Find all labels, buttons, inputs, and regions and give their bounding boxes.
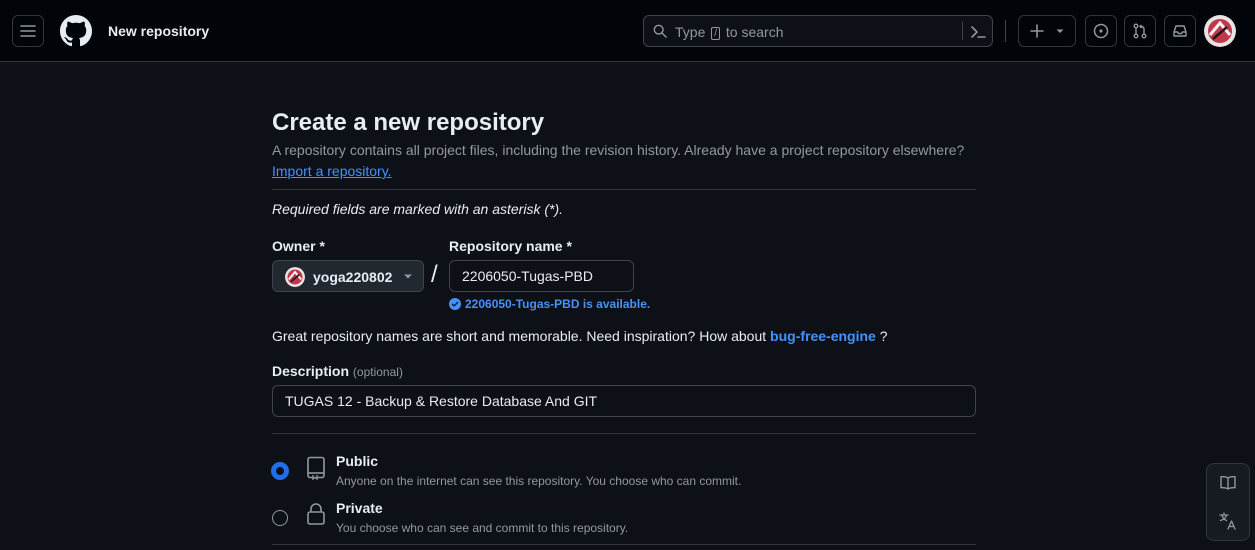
create-new-button[interactable] — [1018, 15, 1076, 47]
page-lead: A repository contains all project files,… — [272, 142, 965, 158]
caret-down-icon — [1056, 29, 1064, 33]
suggested-name-button[interactable]: bug-free-engine — [770, 328, 876, 344]
search-shortcut-key: / — [711, 27, 721, 40]
owner-select[interactable]: yoga220802 — [272, 260, 424, 292]
private-description: You choose who can see and commit to thi… — [336, 521, 629, 535]
avatar[interactable] — [1204, 15, 1236, 47]
public-title: Public — [336, 453, 379, 469]
inbox-icon — [1173, 25, 1187, 37]
check-circle-icon — [449, 298, 461, 310]
required-fields-note: Required fields are marked with an aster… — [272, 201, 564, 217]
pull-requests-icon — [1133, 23, 1147, 39]
divider — [272, 433, 976, 434]
lock-icon — [307, 503, 325, 525]
private-title: Private — [336, 500, 383, 516]
issues-button[interactable] — [1085, 15, 1117, 47]
book-icon[interactable] — [1219, 474, 1237, 492]
owner-label: Owner * — [272, 238, 325, 254]
description-input[interactable]: TUGAS 12 - Backup & Restore Database And… — [272, 385, 976, 417]
description-label: Description (optional) — [272, 363, 403, 379]
header-divider — [1005, 20, 1006, 42]
command-palette-icon[interactable] — [970, 24, 986, 40]
translate-icon[interactable] — [1219, 512, 1237, 530]
menu-button[interactable] — [12, 15, 44, 47]
page-title: Create a new repository — [272, 109, 545, 136]
header-page-title[interactable]: New repository — [108, 23, 209, 39]
import-repository-link[interactable]: Import a repository. — [272, 163, 392, 180]
availability-message: 2206050-Tugas-PBD is available. — [449, 297, 650, 311]
divider — [272, 189, 976, 190]
public-description: Anyone on the internet can see this repo… — [336, 474, 742, 488]
search-icon — [653, 24, 667, 38]
repo-name-label: Repository name * — [449, 238, 572, 254]
plus-icon — [1030, 24, 1044, 38]
caret-down-icon — [404, 274, 412, 279]
public-radio[interactable] — [272, 463, 288, 479]
owner-name: yoga220802 — [313, 269, 393, 285]
global-header: New repository Type / to search — [0, 0, 1255, 62]
repo-icon — [307, 456, 325, 480]
pull-requests-button[interactable] — [1124, 15, 1156, 47]
divider — [272, 544, 976, 545]
scrollbar[interactable] — [1251, 62, 1255, 550]
menu-icon — [20, 25, 36, 37]
visibility-private-option[interactable]: Private You choose who can see and commi… — [272, 500, 976, 540]
inbox-button[interactable] — [1164, 15, 1196, 47]
name-inspiration: Great repository names are short and mem… — [272, 328, 888, 344]
search-input[interactable]: Type / to search — [643, 15, 993, 47]
visibility-public-option[interactable]: Public Anyone on the internet can see th… — [272, 453, 976, 493]
floating-tools — [1206, 463, 1250, 541]
issues-icon — [1093, 23, 1109, 39]
search-divider — [962, 22, 963, 40]
repo-name-input[interactable]: 2206050-Tugas-PBD — [449, 260, 634, 292]
owner-avatar — [285, 267, 305, 287]
github-logo[interactable] — [60, 15, 92, 47]
search-placeholder: Type / to search — [675, 24, 784, 40]
owner-repo-separator: / — [431, 261, 438, 288]
private-radio[interactable] — [272, 510, 288, 526]
